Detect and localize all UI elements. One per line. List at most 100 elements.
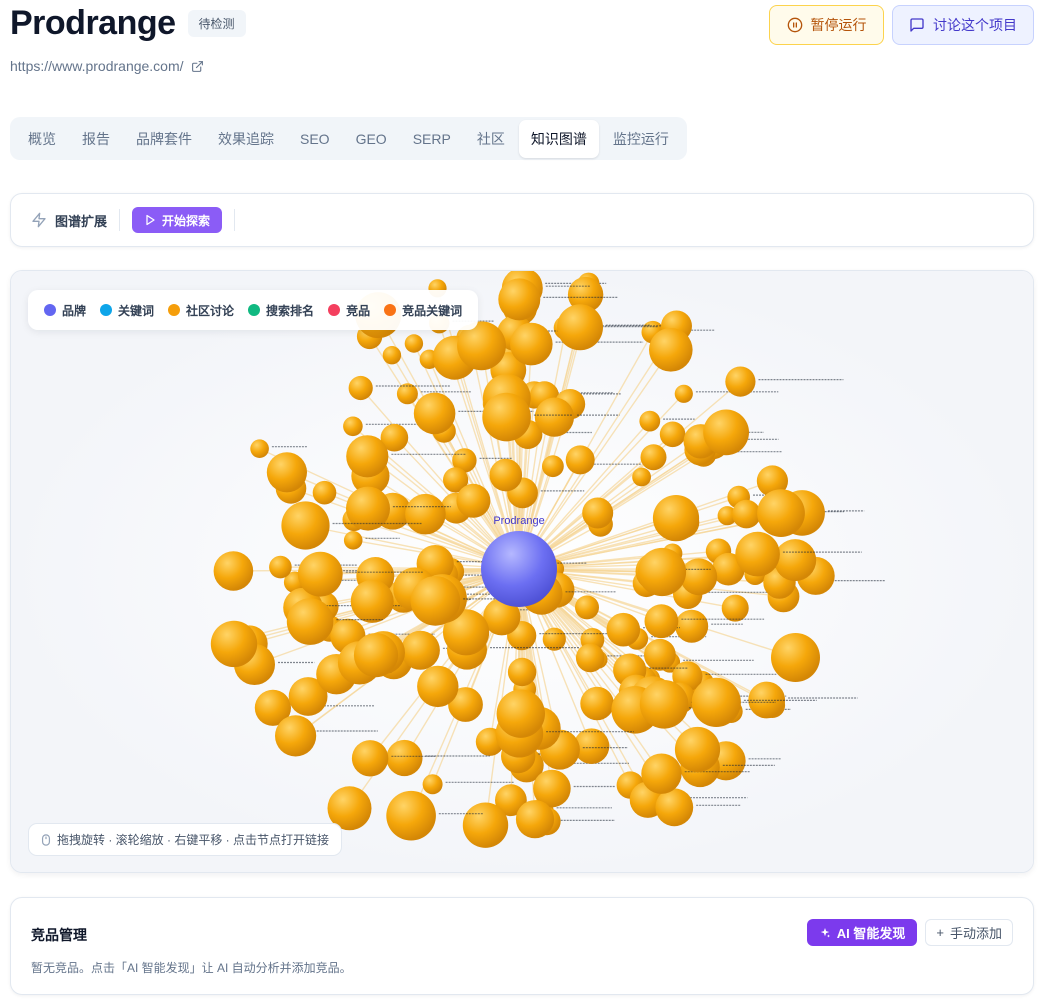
mouse-icon (41, 833, 51, 846)
community-discussion-node[interactable] (732, 499, 761, 529)
community-discussion-node[interactable] (659, 421, 686, 448)
community-discussion-node[interactable] (637, 547, 687, 597)
community-discussion-node[interactable] (534, 397, 575, 437)
brand-node[interactable] (481, 531, 557, 607)
community-discussion-node[interactable] (725, 366, 756, 397)
community-discussion-node[interactable] (542, 455, 564, 478)
community-discussion-node[interactable] (655, 788, 694, 827)
community-discussion-node[interactable] (410, 576, 461, 626)
community-discussion-node[interactable] (417, 665, 459, 708)
knowledge-graph-canvas[interactable]: Prodrange 品牌 关键词 社区讨论 搜索排名 竞品 竞品关键词 拖拽旋转… (10, 270, 1034, 873)
tab-community[interactable]: 社区 (465, 120, 517, 158)
community-discussion-node[interactable] (507, 657, 537, 687)
project-url[interactable]: https://www.prodrange.com/ (10, 58, 184, 74)
tab-bar: 概览 报告 品牌套件 效果追踪 SEO GEO SERP 社区 知识图谱 监控运… (10, 117, 687, 160)
community-discussion-node[interactable] (606, 612, 641, 647)
community-discussion-node[interactable] (649, 328, 693, 372)
community-discussion-node[interactable] (275, 715, 317, 757)
sparkles-icon (820, 927, 830, 937)
community-discussion-node[interactable] (346, 435, 389, 478)
pause-button[interactable]: 暂停运行 (769, 5, 884, 45)
tab-report[interactable]: 报告 (70, 120, 122, 158)
community-discussion-node[interactable] (348, 375, 373, 401)
community-discussion-node[interactable] (675, 609, 709, 643)
community-discussion-node[interactable] (350, 579, 394, 623)
community-discussion-node[interactable] (557, 304, 603, 351)
community-discussion-node[interactable] (266, 452, 307, 493)
discuss-button-label: 讨论这个项目 (933, 17, 1017, 33)
manual-add-button[interactable]: + 手动添加 (925, 919, 1013, 946)
community-discussion-node[interactable] (297, 551, 343, 597)
legend-item-community: 社区讨论 (168, 302, 234, 319)
knowledge-graph-svg[interactable]: Prodrange (11, 271, 1034, 873)
community-discussion-node[interactable] (652, 495, 700, 542)
community-discussion-node[interactable] (386, 739, 423, 777)
start-explore-button[interactable]: 开始探索 (132, 207, 223, 233)
zap-icon (32, 212, 46, 228)
community-discussion-node[interactable] (286, 598, 334, 645)
community-discussion-node[interactable] (281, 501, 330, 550)
community-discussion-node[interactable] (691, 677, 741, 727)
project-url-row[interactable]: https://www.prodrange.com/ (10, 58, 204, 74)
community-discussion-node[interactable] (269, 555, 292, 579)
tab-performance[interactable]: 效果追踪 (206, 120, 286, 158)
community-discussion-node[interactable] (413, 392, 456, 435)
community-discussion-node[interactable] (462, 802, 509, 848)
community-discussion-node[interactable] (640, 444, 667, 471)
ai-discover-button[interactable]: AI 智能发现 (806, 919, 918, 946)
community-discussion-node[interactable] (422, 774, 443, 795)
community-discussion-node[interactable] (404, 334, 424, 353)
tab-serp[interactable]: SERP (401, 122, 463, 156)
community-discussion-node[interactable] (250, 439, 269, 458)
community-discussion-node[interactable] (456, 483, 491, 518)
community-discussion-node[interactable] (489, 458, 523, 492)
community-discussion-node[interactable] (641, 753, 682, 794)
community-discussion-node[interactable] (721, 594, 749, 622)
tab-seo[interactable]: SEO (288, 122, 342, 156)
community-discussion-node[interactable] (386, 790, 436, 841)
tab-knowledge-graph[interactable]: 知识图谱 (518, 119, 599, 158)
community-discussion-node[interactable] (674, 384, 693, 403)
community-discussion-node[interactable] (735, 531, 780, 577)
community-discussion-node[interactable] (353, 633, 399, 678)
community-discussion-node[interactable] (482, 392, 531, 442)
community-discussion-node[interactable] (343, 531, 363, 550)
discuss-button[interactable]: 讨论这个项目 (892, 5, 1034, 45)
community-discussion-node[interactable] (639, 680, 689, 729)
community-discussion-node[interactable] (644, 604, 679, 639)
tab-overview[interactable]: 概览 (16, 120, 68, 158)
tab-brand-kit[interactable]: 品牌套件 (124, 120, 204, 158)
community-discussion-node[interactable] (639, 410, 661, 432)
legend-label: 社区讨论 (186, 303, 235, 318)
community-discussion-node[interactable] (644, 638, 676, 671)
external-link-icon[interactable] (191, 60, 204, 73)
community-discussion-node[interactable] (703, 409, 749, 456)
community-discussion-node[interactable] (757, 489, 805, 537)
community-discussion-node[interactable] (510, 322, 553, 366)
tab-geo[interactable]: GEO (344, 122, 399, 156)
community-discussion-node[interactable] (213, 551, 254, 591)
community-discussion-node[interactable] (774, 539, 817, 582)
community-discussion-node[interactable] (400, 630, 440, 670)
divider (119, 209, 121, 231)
community-discussion-node[interactable] (351, 740, 389, 777)
community-discussion-node[interactable] (575, 643, 605, 673)
community-discussion-node[interactable] (580, 686, 614, 721)
community-discussion-node[interactable] (496, 689, 545, 738)
community-discussion-node[interactable] (210, 620, 258, 668)
tab-monitoring[interactable]: 监控运行 (601, 120, 681, 158)
community-discussion-node[interactable] (405, 493, 446, 535)
community-discussion-node[interactable] (680, 558, 718, 596)
community-discussion-node[interactable] (382, 346, 402, 365)
community-discussion-node[interactable] (674, 726, 721, 773)
community-discussion-node[interactable] (312, 480, 337, 505)
community-discussion-node[interactable] (632, 467, 651, 487)
plus-icon: + (936, 925, 944, 940)
community-discussion-node[interactable] (575, 595, 599, 620)
community-discussion-node[interactable] (343, 416, 363, 437)
community-discussion-node[interactable] (565, 445, 595, 475)
community-discussion-node[interactable] (498, 278, 541, 321)
community-discussion-node[interactable] (515, 800, 555, 839)
community-discussion-node[interactable] (771, 633, 820, 682)
community-discussion-node[interactable] (582, 497, 614, 529)
